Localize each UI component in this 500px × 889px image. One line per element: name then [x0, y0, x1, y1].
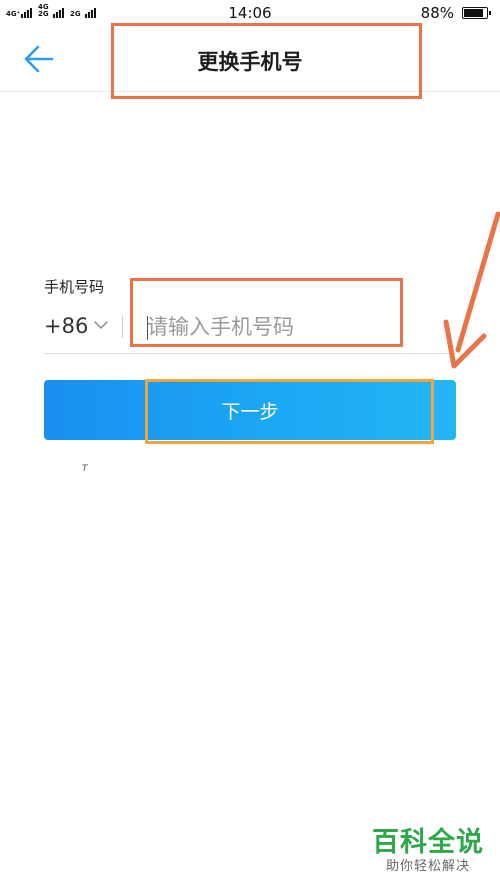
annotation-box-button [145, 379, 434, 444]
annotation-arrow-icon [443, 211, 500, 369]
country-code-divider [122, 316, 123, 338]
phone-screen: 4G⁺ 4G 2G 2G 14:06 88% 更换手机号 手机号码 +86 请输… [0, 0, 500, 889]
annotation-box-input [130, 278, 403, 347]
chevron-down-icon[interactable] [94, 320, 108, 330]
watermark-logo: 百科全说 助你轻松解决 [372, 828, 484, 876]
phone-field-label: 手机号码 [44, 278, 105, 296]
battery-percent: 88% [420, 4, 454, 22]
watermark-sub-text: 助你轻松解决 [385, 859, 470, 874]
battery-icon [462, 7, 491, 19]
watermark-main-text: 百科全说 [372, 827, 484, 858]
country-code-selector[interactable]: +86 [44, 314, 88, 338]
annotation-box-title [111, 23, 422, 99]
tiny-mark: T [82, 464, 88, 474]
